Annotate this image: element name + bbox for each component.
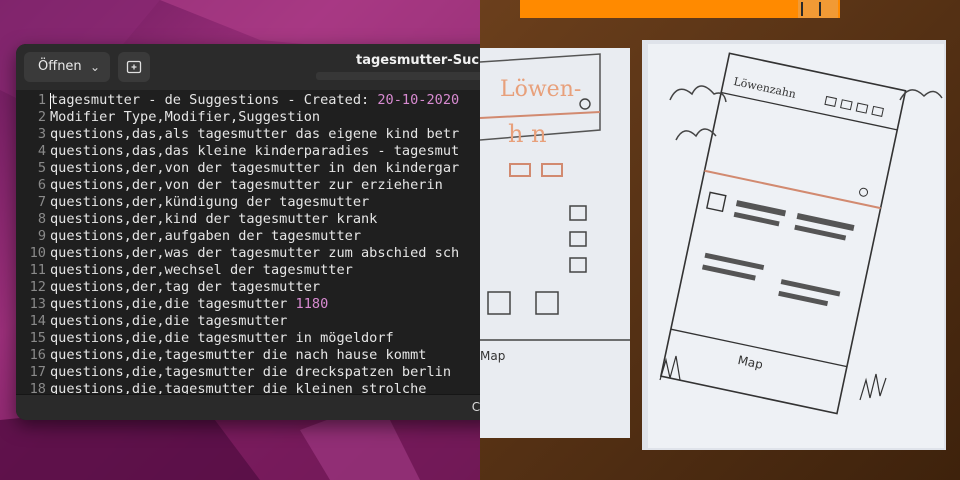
open-button[interactable]: Öffnen ⌄: [24, 52, 110, 82]
line-text-plain: questions,die,tagesmutter die kleinen st…: [50, 381, 427, 394]
line-text-plain: questions,der,kündigung der tagesmutter: [50, 194, 370, 210]
line-number: 14: [29, 313, 46, 329]
chevron-down-icon: ⌄: [89, 60, 100, 74]
line-text-plain: questions,die,die tagesmutter: [50, 313, 288, 329]
open-button-label: Öffnen: [38, 59, 82, 74]
new-tab-icon: [126, 60, 142, 74]
line-text-plain: questions,der,aufgaben der tagesmutter: [50, 228, 361, 244]
line-text: questions,das,das kleine kinderparadies …: [50, 143, 459, 160]
line-text: questions,der,was der tagesmutter zum ab…: [50, 245, 459, 262]
text-editor-window: Öffnen ⌄ tagesmutter-Suchbe 1 tagesmutter…: [16, 44, 496, 420]
status-bar: CSV: [16, 394, 496, 420]
line-number: 16: [29, 347, 46, 363]
line-text: questions,der,aufgaben der tagesmutter: [50, 228, 361, 245]
line-number: 11: [29, 262, 46, 278]
paper-sketches-image: Map Löwen- h n Map Löwenzahn: [480, 0, 960, 480]
line-text: tagesmutter - de Suggestions - Created: …: [50, 92, 459, 109]
line-text-plain: questions,die,die tagesmutter: [50, 296, 296, 312]
new-tab-button[interactable]: [118, 52, 150, 82]
line-number: 17: [29, 364, 46, 380]
text-view[interactable]: 1 tagesmutter - de Suggestions - Created:…: [16, 90, 496, 394]
line-text-plain: tagesmutter - de Suggestions - Created:: [50, 92, 378, 108]
header-bar: Öffnen ⌄ tagesmutter-Suchbe: [16, 44, 496, 91]
line-text: questions,die,tagesmutter die nach hause…: [50, 347, 426, 364]
line-text: questions,der,kind der tagesmutter krank: [50, 211, 377, 228]
line-text: questions,die,die tagesmutter 1180: [50, 296, 328, 313]
line-text: questions,der,wechsel der tagesmutter: [50, 262, 353, 279]
line-number: 10: [29, 245, 46, 261]
line-text: questions,die,tagesmutter die dreckspatz…: [50, 364, 451, 381]
line-text: questions,die,tagesmutter die kleinen st…: [50, 381, 426, 394]
line-text: questions,der,kündigung der tagesmutter: [50, 194, 369, 211]
line-number: 9: [37, 228, 46, 244]
line-number: 4: [37, 143, 46, 159]
line-text: questions,die,die tagesmutter in mögeldo…: [50, 330, 394, 347]
line-text: questions,das,als tagesmutter das eigene…: [50, 126, 459, 143]
line-text-plain: questions,der,tag der tagesmutter: [50, 279, 321, 295]
line-number: 12: [29, 279, 46, 295]
line-text-plain: questions,die,die tagesmutter in mögeldo…: [50, 330, 394, 346]
file-path-blurred: [316, 72, 486, 80]
left-card-subheading: h n: [508, 120, 547, 148]
line-text-plain: Modifier Type,Modifier,Suggestion: [50, 109, 321, 125]
line-text: questions,die,die tagesmutter: [50, 313, 287, 330]
left-card-heading: Löwen-: [500, 77, 581, 102]
line-number: 2: [37, 109, 46, 125]
line-number: 8: [37, 211, 46, 227]
line-number: 13: [29, 296, 46, 312]
line-text: questions,der,von der tagesmutter zur er…: [50, 177, 443, 194]
line-number: 3: [37, 126, 46, 142]
line-number: 18: [29, 381, 46, 394]
line-number: 1: [37, 92, 46, 108]
number-literal: 20-10-2020: [377, 92, 460, 108]
left-card-map-label: Map: [480, 349, 505, 363]
line-number: 7: [37, 194, 46, 210]
line-text-plain: questions,der,wechsel der tagesmutter: [50, 262, 353, 278]
line-number: 5: [37, 160, 46, 176]
line-text-plain: questions,die,tagesmutter die nach hause…: [50, 347, 427, 363]
line-text-plain: questions,der,was der tagesmutter zum ab…: [50, 245, 460, 261]
line-text-plain: questions,die,tagesmutter die dreckspatz…: [50, 364, 452, 380]
line-text: questions,der,tag der tagesmutter: [50, 279, 320, 296]
sketch-photo: Map Löwen- h n Map Löwenzahn: [480, 0, 960, 480]
line-text-plain: questions,der,von der tagesmutter zur er…: [50, 177, 443, 193]
line-text-plain: questions,das,das kleine kinderparadies …: [50, 143, 460, 159]
line-text-plain: questions,der,von der tagesmutter in den…: [50, 160, 460, 176]
line-text-plain: questions,der,kind der tagesmutter krank: [50, 211, 378, 227]
line-number: 6: [37, 177, 46, 193]
line-text-plain: questions,das,als tagesmutter das eigene…: [50, 126, 460, 142]
line-number: 15: [29, 330, 46, 346]
line-text: questions,der,von der tagesmutter in den…: [50, 160, 459, 177]
number-literal: 1180: [295, 296, 329, 312]
window-title: tagesmutter-Suchbe: [356, 53, 496, 68]
line-text: Modifier Type,Modifier,Suggestion: [50, 109, 320, 126]
